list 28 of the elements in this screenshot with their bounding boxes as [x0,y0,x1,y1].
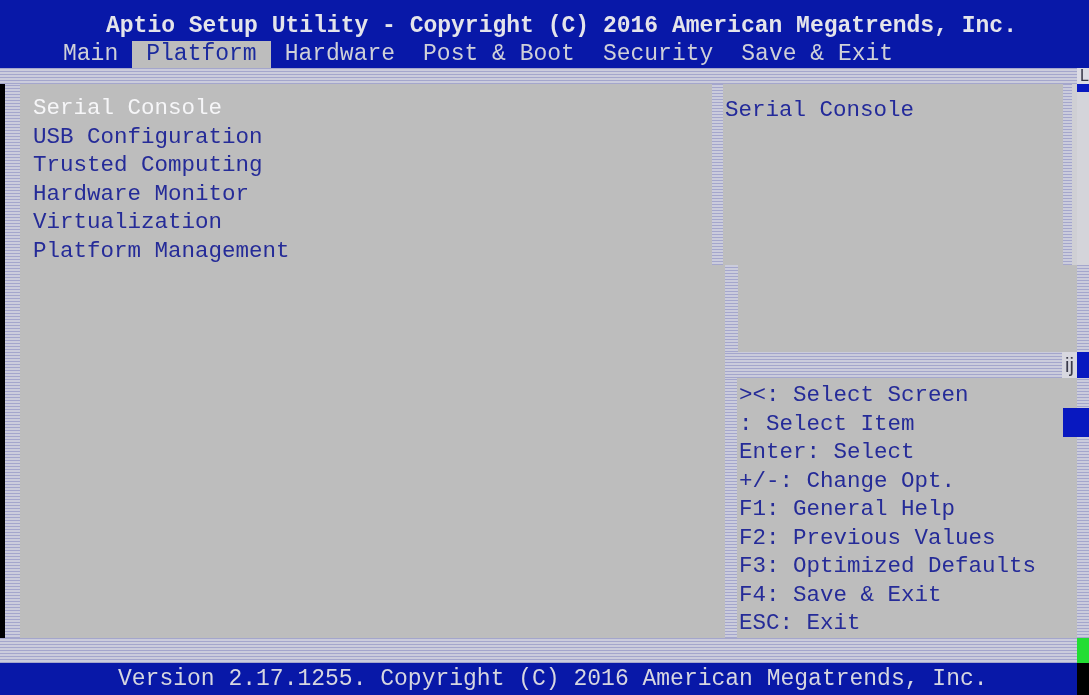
menu-item[interactable]: Virtualization [33,208,223,237]
menu-item[interactable]: Platform Management [33,236,290,266]
key-hint: Enter: Select [739,438,915,467]
menu-item[interactable]: USB Configuration [33,122,263,152]
key-hint: ESC: Exit [739,609,861,638]
key-hint: F2: Previous Values [739,523,996,552]
scroll-thumb[interactable] [1063,408,1089,437]
key-hint: F4: Save & Exit [739,580,942,609]
key-hint: +/-: Change Opt. [739,466,956,495]
menu-tab[interactable]: Main [49,41,133,68]
menu-tab[interactable]: Security [588,41,728,68]
key-hint: F1: General Help [739,495,956,524]
key-hint: ><: Select Screen [739,381,969,410]
scroll-glyph: ij [1062,352,1077,378]
window-title: Aptio Setup Utility - Copyright (C) 2016 American Megatrends, Inc. [106,12,1017,41]
corner-glyph: L [1077,68,1089,84]
help-description: Serial Console [725,97,915,123]
key-hint: F3: Optimized Defaults [739,552,1037,581]
menu-tab[interactable]: Hardware [270,41,410,68]
version-text: Version 2.17.1255. Copyright (C) 2016 American Megatrends, Inc. [118,665,988,694]
scrollbar[interactable] [1077,84,1089,638]
menu-item[interactable]: Hardware Monitor [33,179,250,209]
menu-tab[interactable]: Save & Exit [727,41,908,68]
menu-tab[interactable]: Platform [132,41,271,68]
menu-tab[interactable]: Post & Boot [409,41,589,68]
key-hint: : Select Item [739,409,915,438]
menu-item[interactable]: Trusted Computing [33,151,263,180]
edge-marker [1077,638,1089,663]
